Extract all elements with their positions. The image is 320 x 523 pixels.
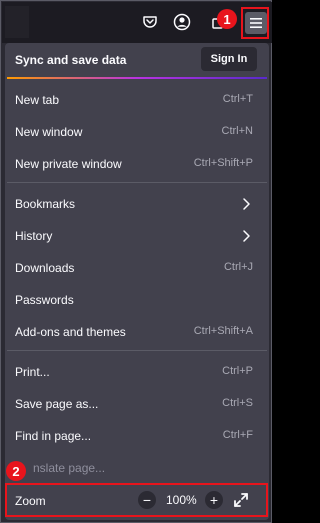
sync-label: Sync and save data (15, 53, 127, 67)
menu-item-new-private-window[interactable]: New private window Ctrl+Shift+P (5, 149, 269, 179)
menu-item-label: Find in page... (15, 429, 92, 443)
menu-item-find-in-page[interactable]: Find in page... Ctrl+F (5, 421, 269, 451)
menu-item-history[interactable]: History (5, 221, 269, 251)
shortcut-label: Ctrl+F (222, 429, 253, 441)
shortcut-label: Ctrl+J (223, 261, 253, 273)
hamburger-highlight-box (241, 7, 269, 39)
callout-1: 1 (217, 9, 237, 29)
menu-item-label: New tab (15, 93, 60, 107)
menu-item-label: Bookmarks (15, 197, 76, 211)
callout-2: 2 (6, 461, 26, 481)
menu-item-label: Downloads (15, 261, 75, 275)
menu-item-addons-themes[interactable]: Add-ons and themes Ctrl+Shift+A (5, 317, 269, 347)
zoom-highlight-box (5, 483, 268, 517)
menu-item-passwords[interactable]: Passwords (5, 285, 269, 315)
menu-item-print[interactable]: Print... Ctrl+P (5, 357, 269, 387)
sign-in-button[interactable]: Sign In (201, 47, 257, 71)
pocket-icon[interactable] (139, 11, 161, 33)
app-menu-panel: Sync and save data Sign In New tab Ctrl+… (5, 43, 269, 520)
shortcut-label: Ctrl+S (222, 397, 253, 409)
menu-item-bookmarks[interactable]: Bookmarks (5, 189, 269, 219)
chevron-right-icon (243, 230, 250, 242)
menu-item-label: Passwords (15, 293, 74, 307)
menu-item-save-page[interactable]: Save page as... Ctrl+S (5, 389, 269, 419)
menu-separator (7, 350, 267, 351)
menu-item-label: New window (15, 125, 83, 139)
accent-divider (7, 77, 267, 79)
menu-item-label: History (15, 229, 53, 243)
chevron-right-icon (243, 198, 250, 210)
shortcut-label: Ctrl+Shift+A (193, 325, 253, 337)
menu-item-label: nslate page... (33, 461, 106, 475)
menu-separator (7, 182, 267, 183)
menu-item-new-window[interactable]: New window Ctrl+N (5, 117, 269, 147)
menu-item-label: Print... (15, 365, 50, 379)
account-icon[interactable] (171, 11, 193, 33)
menu-item-label: Save page as... (15, 397, 99, 411)
menu-item-label: New private window (15, 157, 122, 171)
shortcut-label: Ctrl+Shift+P (193, 157, 253, 169)
menu-item-new-tab[interactable]: New tab Ctrl+T (5, 85, 269, 115)
menu-item-translate-page[interactable]: nslate page... (5, 453, 269, 483)
sync-row: Sync and save data Sign In (5, 43, 269, 77)
menu-item-label: Add-ons and themes (15, 325, 126, 339)
browser-window: 1 Sync and save data Sign In New tab Ctr… (0, 0, 272, 523)
tab-strip-fragment (5, 6, 29, 38)
shortcut-label: Ctrl+P (222, 365, 253, 377)
menu-item-downloads[interactable]: Downloads Ctrl+J (5, 253, 269, 283)
shortcut-label: Ctrl+T (222, 93, 253, 105)
shortcut-label: Ctrl+N (221, 125, 253, 137)
